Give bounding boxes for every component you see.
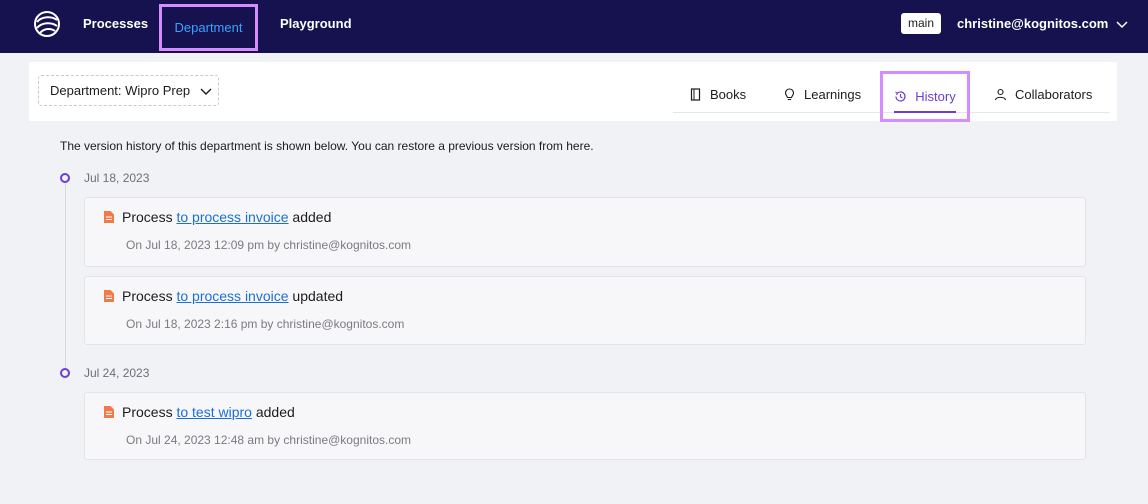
- department-header: Department: Wipro Prep Books Learnings H…: [29, 62, 1117, 122]
- history-entry-card: Process to process invoice added On Jul …: [84, 197, 1086, 267]
- department-select[interactable]: Department: Wipro Prep: [38, 75, 219, 106]
- nav-department[interactable]: Department: [159, 4, 258, 51]
- entry-action: added: [292, 209, 332, 225]
- entry-meta: On Jul 18, 2023 2:16 pm by christine@kog…: [126, 317, 405, 331]
- process-link[interactable]: to process invoice: [176, 288, 288, 304]
- chevron-down-icon: [1116, 20, 1128, 28]
- book-icon: [690, 87, 701, 101]
- entry-meta: On Jul 18, 2023 12:09 pm by christine@ko…: [126, 238, 411, 252]
- timeline-dot: [60, 368, 70, 378]
- history-intro-text: The version history of this department i…: [60, 139, 594, 153]
- date-label: Jul 24, 2023: [84, 366, 150, 380]
- entry-title: Process to process invoice added: [104, 209, 331, 225]
- tab-learnings[interactable]: Learnings: [783, 78, 861, 110]
- tab-collaborators-label: Collaborators: [1015, 86, 1093, 102]
- chevron-down-icon: [200, 88, 212, 95]
- entry-title: Process to process invoice updated: [104, 288, 343, 304]
- tab-learnings-label: Learnings: [804, 86, 862, 102]
- history-entry-card: Process to process invoice updated On Ju…: [84, 276, 1086, 345]
- process-link[interactable]: to process invoice: [176, 209, 288, 225]
- user-email: christine@kognitos.com: [957, 16, 1109, 31]
- entry-action: updated: [292, 288, 344, 304]
- history-icon: [895, 91, 906, 102]
- tab-history[interactable]: History: [880, 71, 970, 122]
- department-select-label: Department: Wipro Prep: [50, 83, 191, 98]
- active-tab-indicator: [894, 111, 956, 113]
- entry-prefix: Process: [122, 404, 173, 420]
- top-navbar: Processes Department Playground main chr…: [0, 0, 1148, 53]
- timeline-dot: [60, 173, 70, 183]
- history-entry-card: Process to test wipro added On Jul 24, 2…: [84, 392, 1086, 460]
- tab-collaborators[interactable]: Collaborators: [994, 78, 1092, 110]
- tab-books[interactable]: Books: [689, 78, 746, 110]
- entry-action: added: [255, 404, 295, 420]
- user-menu[interactable]: christine@kognitos.com: [957, 16, 1128, 31]
- process-link[interactable]: to test wipro: [176, 404, 251, 420]
- tab-books-label: Books: [710, 86, 747, 102]
- timeline-line: [65, 182, 66, 372]
- tab-history-label: History: [915, 89, 956, 104]
- nav-playground[interactable]: Playground: [280, 16, 352, 31]
- entry-prefix: Process: [122, 209, 173, 225]
- user-icon: [994, 88, 1007, 100]
- document-icon: [104, 211, 114, 223]
- nav-processes[interactable]: Processes: [83, 16, 148, 31]
- entry-meta: On Jul 24, 2023 12:48 am by christine@ko…: [126, 433, 411, 447]
- document-icon: [104, 406, 114, 418]
- entry-prefix: Process: [122, 288, 173, 304]
- kognitos-logo-icon[interactable]: [33, 10, 61, 38]
- document-icon: [104, 290, 114, 302]
- branch-badge[interactable]: main: [901, 13, 942, 34]
- entry-title: Process to test wipro added: [104, 404, 295, 420]
- date-label: Jul 18, 2023: [84, 171, 150, 185]
- lightbulb-icon: [784, 87, 795, 100]
- department-tabs: Books Learnings History Collaborators: [673, 71, 1110, 122]
